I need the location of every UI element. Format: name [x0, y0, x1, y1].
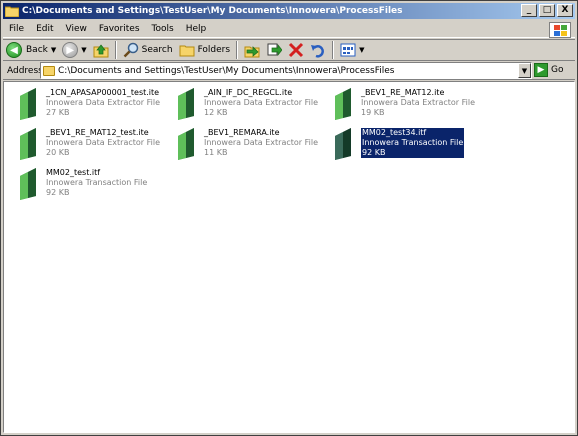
copy-to-icon — [266, 42, 283, 58]
views-button[interactable]: ▼ — [337, 40, 367, 60]
address-path: C:\Documents and Settings\TestUser\My Do… — [58, 65, 395, 76]
file-size: 11 KB — [204, 148, 228, 157]
close-icon: X — [561, 5, 569, 15]
folders-icon — [179, 42, 195, 58]
menu-favorites[interactable]: Favorites — [93, 24, 146, 34]
file-size: 27 KB — [46, 108, 70, 117]
go-arrow-icon: ▶ — [534, 63, 548, 77]
innowera-file-icon — [16, 86, 40, 122]
menu-edit[interactable]: Edit — [30, 24, 59, 34]
file-name: _AIN_IF_DC_REGCL.ite — [204, 88, 293, 97]
file-name: _1CN_APASAP00001_test.ite — [46, 88, 160, 97]
file-name: _BEV1_REMARA.ite — [204, 128, 280, 137]
undo-icon — [310, 42, 326, 58]
up-folder-button[interactable] — [90, 40, 112, 60]
menu-view[interactable]: View — [60, 24, 93, 34]
file-item[interactable]: _BEV1_RE_MAT12.ite Innowera Data Extract… — [331, 86, 481, 126]
forward-dropdown-icon[interactable]: ▼ — [81, 46, 86, 54]
go-button[interactable]: ▶ Go — [534, 63, 563, 77]
views-icon — [340, 42, 356, 58]
menu-file[interactable]: File — [3, 24, 30, 34]
window-title: C:\Documents and Settings\TestUser\My Do… — [22, 6, 403, 16]
copy-to-button[interactable] — [263, 40, 285, 60]
file-type: Innowera Data Extractor File — [361, 98, 476, 107]
address-bar: Address C:\Documents and Settings\TestUs… — [3, 62, 575, 80]
toolbar-separator — [114, 41, 117, 59]
file-size: 92 KB — [46, 188, 70, 197]
innowera-file-icon — [331, 86, 355, 122]
file-item-selected[interactable]: MM02_test34.itf Innowera Transaction Fil… — [331, 126, 481, 166]
search-label: Search — [141, 45, 173, 55]
address-field[interactable]: C:\Documents and Settings\TestUser\My Do… — [40, 62, 532, 79]
maximize-icon: □ — [542, 5, 552, 15]
forward-arrow-icon: ▶ — [62, 42, 79, 58]
address-dropdown-icon[interactable]: ▼ — [518, 63, 531, 78]
minimize-button[interactable]: _ — [521, 4, 537, 17]
file-name: _BEV1_RE_MAT12_test.ite — [46, 128, 149, 137]
file-name: _BEV1_RE_MAT12.ite — [361, 88, 445, 97]
file-type: Innowera Transaction File — [362, 138, 464, 147]
innowera-file-icon — [331, 126, 355, 162]
delete-button[interactable] — [285, 40, 307, 60]
file-item[interactable]: _BEV1_RE_MAT12_test.ite Innowera Data Ex… — [16, 126, 166, 166]
file-list-view[interactable]: _1CN_APASAP00001_test.ite Innowera Data … — [3, 81, 575, 433]
menu-bar: File Edit View Favorites Tools Help — [3, 21, 575, 38]
toolbar-separator — [236, 41, 239, 59]
toolbar: ◀ Back ▼ ▶ ▼ Search Folders ▼ — [3, 39, 575, 61]
up-folder-icon — [93, 42, 109, 58]
file-name: MM02_test34.itf — [362, 128, 427, 137]
forward-button[interactable]: ▶ ▼ — [59, 40, 89, 60]
search-icon — [123, 42, 139, 58]
folder-icon — [43, 65, 55, 76]
file-type: Innowera Data Extractor File — [204, 98, 319, 107]
menu-tools[interactable]: Tools — [146, 24, 180, 34]
back-arrow-icon: ◀ — [6, 42, 22, 58]
menu-help[interactable]: Help — [180, 24, 213, 34]
back-dropdown-icon[interactable]: ▼ — [51, 46, 56, 54]
file-item[interactable]: _AIN_IF_DC_REGCL.ite Innowera Data Extra… — [174, 86, 324, 126]
innowera-file-icon — [16, 126, 40, 162]
undo-button[interactable] — [307, 40, 329, 60]
file-item[interactable]: _1CN_APASAP00001_test.ite Innowera Data … — [16, 86, 166, 126]
innowera-file-icon — [174, 86, 198, 122]
innowera-file-icon — [174, 126, 198, 162]
folder-icon — [4, 5, 20, 18]
move-to-icon — [244, 42, 260, 58]
back-label: Back — [26, 45, 48, 55]
folders-label: Folders — [197, 45, 231, 55]
file-type: Innowera Data Extractor File — [46, 138, 161, 147]
go-label: Go — [551, 65, 564, 75]
move-to-button[interactable] — [241, 40, 263, 60]
toolbar-separator — [332, 41, 335, 59]
title-bar[interactable]: C:\Documents and Settings\TestUser\My Do… — [3, 3, 575, 19]
file-type: Innowera Data Extractor File — [46, 98, 161, 107]
delete-icon — [288, 42, 304, 58]
back-button[interactable]: ◀ Back ▼ — [3, 40, 59, 60]
folders-button[interactable]: Folders — [176, 40, 234, 60]
windows-logo-icon — [549, 22, 571, 38]
maximize-button[interactable]: □ — [539, 4, 555, 17]
file-size: 92 KB — [362, 148, 386, 157]
file-type: Innowera Data Extractor File — [204, 138, 319, 147]
innowera-file-icon — [16, 166, 40, 202]
explorer-window: C:\Documents and Settings\TestUser\My Do… — [0, 0, 578, 436]
views-dropdown-icon[interactable]: ▼ — [359, 46, 364, 54]
file-size: 12 KB — [204, 108, 228, 117]
file-item[interactable]: MM02_test.itf Innowera Transaction File … — [16, 166, 166, 206]
file-type: Innowera Transaction File — [46, 178, 148, 187]
close-button[interactable]: X — [557, 4, 573, 17]
file-size: 20 KB — [46, 148, 70, 157]
minimize-icon: _ — [526, 5, 532, 15]
file-item[interactable]: _BEV1_REMARA.ite Innowera Data Extractor… — [174, 126, 324, 166]
search-button[interactable]: Search — [120, 40, 176, 60]
file-name: MM02_test.itf — [46, 168, 101, 177]
file-size: 19 KB — [361, 108, 385, 117]
